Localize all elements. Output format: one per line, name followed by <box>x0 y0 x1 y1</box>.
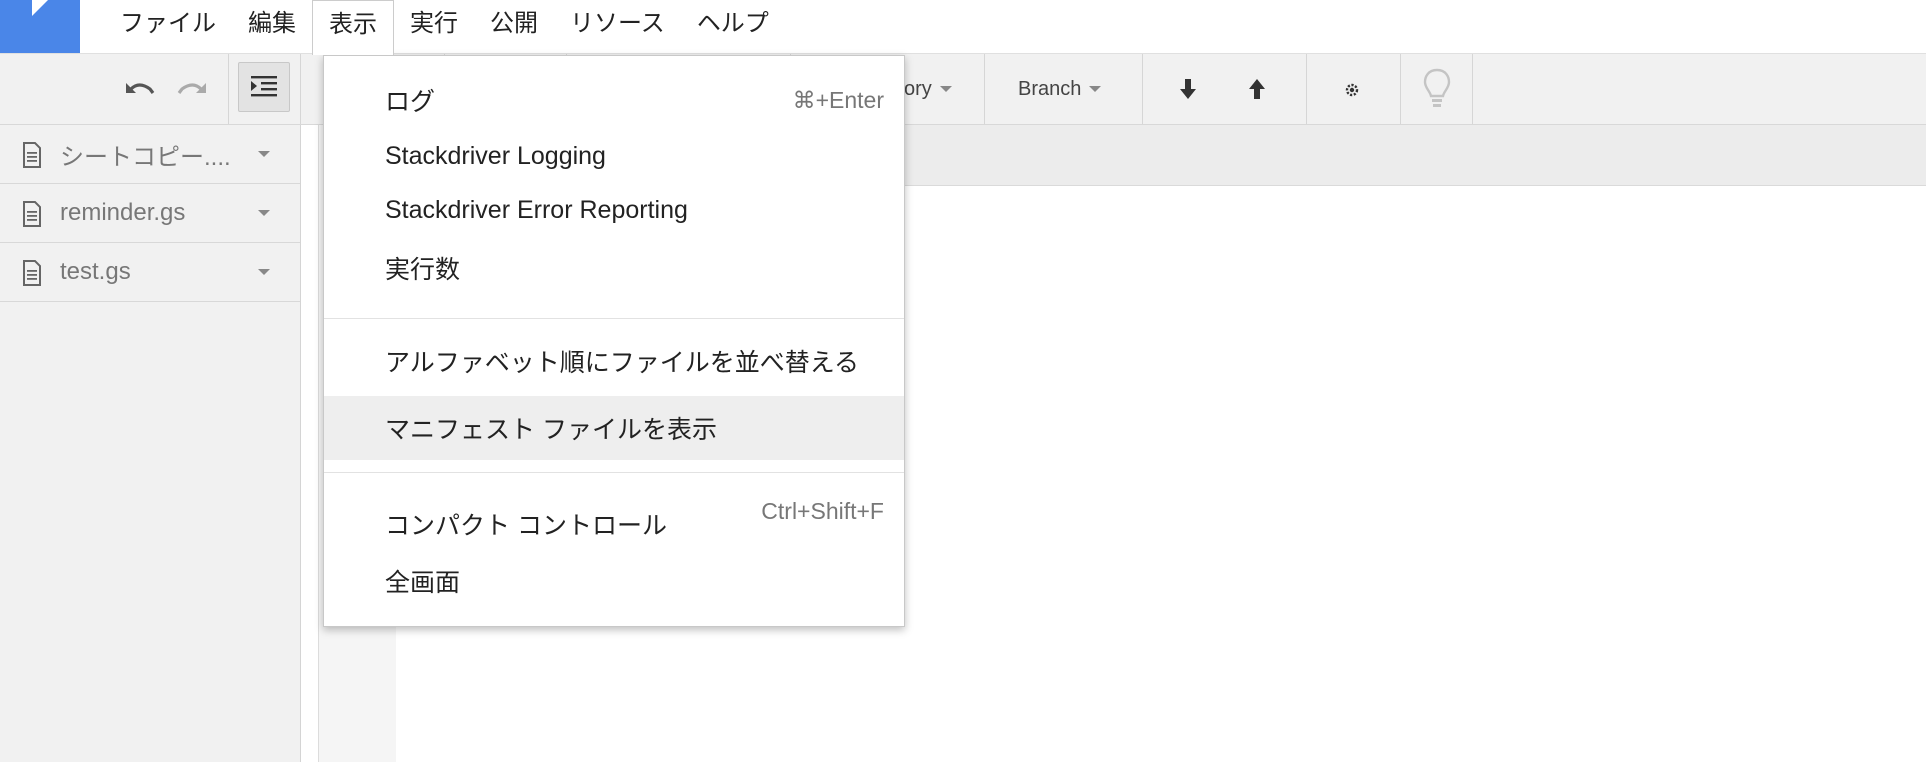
file-item[interactable]: test.gs <box>0 243 300 302</box>
toolbar-separator <box>1142 54 1143 124</box>
menu-items: ファイル 編集 表示 実行 公開 リソース ヘルプ <box>104 0 785 55</box>
menu-edit[interactable]: 編集 <box>232 0 312 53</box>
file-name: シートコピー.... <box>60 143 231 171</box>
menu-item-executions[interactable]: 実行数 <box>324 240 904 296</box>
redo-icon <box>177 83 206 94</box>
toolbar-separator <box>300 54 301 124</box>
menu-item-compact-controls[interactable]: コンパクト コントロール Ctrl+Shift+F <box>324 488 904 544</box>
menu-separator <box>324 318 904 319</box>
menu-item-label: 全画面 <box>385 569 461 597</box>
chevron-down-icon[interactable] <box>258 210 270 216</box>
toolbar-separator <box>1306 54 1307 124</box>
menu-run[interactable]: 実行 <box>394 0 474 53</box>
apps-script-logo[interactable] <box>0 0 80 53</box>
push-button[interactable] <box>1241 72 1273 106</box>
file-item[interactable]: reminder.gs <box>0 184 300 243</box>
pull-button[interactable] <box>1172 72 1204 106</box>
toolbar-separator <box>1472 54 1473 124</box>
menu-item-shortcut: ⌘+Enter <box>792 86 884 113</box>
settings-button[interactable] <box>1336 74 1368 106</box>
toolbar-separator <box>984 54 985 124</box>
menu-item-label: ログ <box>385 88 436 116</box>
menu-file[interactable]: ファイル <box>104 0 232 53</box>
file-item[interactable]: シートコピー.... <box>0 125 300 184</box>
menu-item-label: Stackdriver Error Reporting <box>385 195 688 224</box>
lightbulb-button[interactable] <box>1420 64 1454 114</box>
menu-bar: ファイル 編集 表示 実行 公開 リソース ヘルプ <box>0 0 1926 55</box>
redo-button[interactable] <box>172 70 214 110</box>
undo-button[interactable] <box>118 70 160 110</box>
menu-item-show-manifest[interactable]: マニフェスト ファイルを表示 <box>324 396 904 460</box>
file-name: reminder.gs <box>60 199 186 226</box>
menu-publish[interactable]: 公開 <box>474 0 554 53</box>
menu-view[interactable]: 表示 <box>312 0 394 55</box>
indent-icon <box>251 76 277 97</box>
menu-item-sort-files[interactable]: アルファベット順にファイルを並べ替える <box>324 333 904 389</box>
menu-item-stackdriver-error-reporting[interactable]: Stackdriver Error Reporting <box>324 182 904 238</box>
toolbar-separator <box>228 54 229 124</box>
undo-icon <box>126 83 155 94</box>
chevron-down-icon[interactable] <box>258 269 270 275</box>
menu-item-label: アルファベット順にファイルを並べ替える <box>385 349 860 377</box>
chevron-down-icon <box>939 86 952 92</box>
menu-separator <box>324 472 904 473</box>
history-dropdown[interactable]: ory <box>904 54 952 124</box>
file-sidebar: シートコピー.... reminder.gs test.gs <box>0 125 301 762</box>
menu-item-label: マニフェスト ファイルを表示 <box>385 416 717 444</box>
lightbulb-icon <box>1423 68 1451 107</box>
menu-item-shortcut: Ctrl+Shift+F <box>761 498 884 524</box>
toolbar: ory Branch <box>0 54 1926 125</box>
history-label: ory <box>904 78 932 100</box>
file-icon <box>23 142 41 168</box>
branch-label: Branch <box>1018 78 1082 100</box>
menu-item-fullscreen[interactable]: 全画面 <box>324 553 904 609</box>
arrow-down-icon <box>1180 79 1196 99</box>
menu-item-label: コンパクト コントロール <box>385 512 667 540</box>
arrow-up-icon <box>1249 79 1265 99</box>
menu-item-stackdriver-logging[interactable]: Stackdriver Logging <box>324 128 904 184</box>
file-icon <box>23 260 41 286</box>
file-icon <box>23 201 41 227</box>
file-name: test.gs <box>60 258 131 285</box>
chevron-down-icon[interactable] <box>258 151 270 157</box>
chevron-down-icon <box>1089 86 1102 92</box>
menu-item-logs[interactable]: ログ ⌘+Enter <box>324 72 904 128</box>
menu-item-label: Stackdriver Logging <box>385 141 606 170</box>
menu-help[interactable]: ヘルプ <box>681 0 785 53</box>
branch-dropdown[interactable]: Branch <box>1018 54 1102 124</box>
menu-resources[interactable]: リソース <box>554 0 681 53</box>
indent-button[interactable] <box>238 62 290 112</box>
toolbar-separator <box>1400 54 1401 124</box>
view-menu-dropdown: ログ ⌘+Enter Stackdriver Logging Stackdriv… <box>323 55 905 627</box>
menu-item-label: 実行数 <box>385 256 461 284</box>
gear-icon <box>1345 83 1359 97</box>
